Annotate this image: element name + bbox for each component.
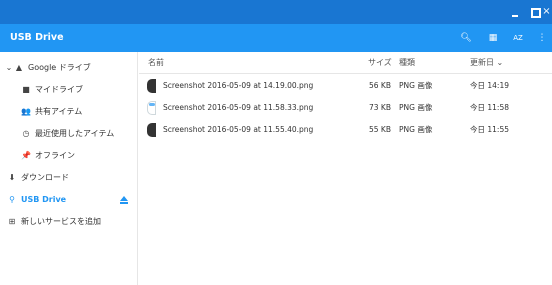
google-drive-icon: ▲ bbox=[15, 63, 23, 72]
page-title: USB Drive bbox=[10, 32, 64, 43]
file-type: PNG 画像 bbox=[399, 81, 433, 90]
sidebar: ⌄ ▲ Google ドライブ ■ マイドライブ 👥 共有アイテム ◷ 最近使用… bbox=[0, 52, 138, 285]
file-size: 56 KB bbox=[369, 81, 391, 90]
eject-icon[interactable] bbox=[120, 196, 128, 204]
sidebar-item-label: Google ドライブ bbox=[28, 63, 91, 72]
table-row[interactable]: Screenshot 2016-05-09 at 11.55.40.png 55… bbox=[139, 119, 552, 141]
offline-pin-icon: 📌 bbox=[21, 151, 31, 160]
sidebar-item-shared[interactable]: 👥 共有アイテム bbox=[0, 101, 137, 123]
column-header-type[interactable]: 種類 bbox=[399, 52, 415, 74]
file-type: PNG 画像 bbox=[399, 125, 433, 134]
table-header: 名前 サイズ 種類 更新日 ⌄ bbox=[139, 52, 552, 74]
file-name: Screenshot 2016-05-09 at 14.19.00.png bbox=[163, 81, 314, 90]
sidebar-item-label: 新しいサービスを追加 bbox=[21, 217, 101, 226]
usb-icon: ⚲ bbox=[9, 195, 15, 204]
sidebar-item-recent[interactable]: ◷ 最近使用したアイテム bbox=[0, 123, 137, 145]
file-thumbnail-icon bbox=[147, 79, 156, 93]
file-name: Screenshot 2016-05-09 at 11.55.40.png bbox=[163, 125, 314, 134]
sidebar-item-label: USB Drive bbox=[21, 195, 67, 204]
file-thumbnail-icon bbox=[147, 123, 156, 137]
file-modified: 今日 11:58 bbox=[470, 103, 509, 112]
file-size: 55 KB bbox=[369, 125, 391, 134]
download-icon: ⬇ bbox=[8, 173, 16, 182]
column-header-modified[interactable]: 更新日 ⌄ bbox=[470, 52, 503, 74]
app-bar: USB Drive 🔍︎ ▦ AZ ⋮ bbox=[0, 24, 552, 52]
search-icon[interactable]: 🔍︎ bbox=[457, 29, 475, 47]
file-type: PNG 画像 bbox=[399, 103, 433, 112]
add-service-icon: ⊞ bbox=[8, 217, 16, 226]
sidebar-item-label: 共有アイテム bbox=[35, 107, 83, 116]
column-header-name[interactable]: 名前 bbox=[148, 52, 164, 74]
grid-view-icon[interactable]: ▦ bbox=[484, 29, 502, 47]
file-thumbnail-icon bbox=[147, 101, 156, 115]
sidebar-item-usb-drive[interactable]: ⚲ USB Drive bbox=[0, 189, 137, 211]
file-modified: 今日 14:19 bbox=[470, 81, 509, 90]
sidebar-item-label: オフライン bbox=[35, 151, 75, 160]
shared-icon: 👥 bbox=[21, 107, 31, 116]
my-drive-icon: ■ bbox=[22, 85, 30, 94]
sidebar-item-label: マイドライブ bbox=[35, 85, 83, 94]
sidebar-item-offline[interactable]: 📌 オフライン bbox=[0, 145, 137, 167]
sort-icon[interactable]: AZ bbox=[509, 29, 527, 47]
sidebar-item-downloads[interactable]: ⬇ ダウンロード bbox=[0, 167, 137, 189]
close-button[interactable]: × bbox=[541, 0, 552, 24]
sidebar-item-label: ダウンロード bbox=[21, 173, 69, 182]
more-icon[interactable]: ⋮ bbox=[536, 29, 548, 47]
table-row[interactable]: Screenshot 2016-05-09 at 14.19.00.png 56… bbox=[139, 75, 552, 97]
window-titlebar: × bbox=[0, 0, 552, 24]
table-row[interactable]: Screenshot 2016-05-09 at 11.58.33.png 73… bbox=[139, 97, 552, 119]
file-modified: 今日 11:55 bbox=[470, 125, 509, 134]
file-list: 名前 サイズ 種類 更新日 ⌄ Screenshot 2016-05-09 at… bbox=[139, 52, 552, 285]
recent-icon: ◷ bbox=[22, 129, 30, 138]
sidebar-item-label: 最近使用したアイテム bbox=[35, 129, 115, 138]
file-name: Screenshot 2016-05-09 at 11.58.33.png bbox=[163, 103, 314, 112]
minimize-button[interactable] bbox=[506, 0, 524, 24]
sidebar-item-add-service[interactable]: ⊞ 新しいサービスを追加 bbox=[0, 211, 137, 233]
column-header-size[interactable]: サイズ bbox=[368, 52, 392, 74]
sidebar-item-my-drive[interactable]: ■ マイドライブ bbox=[0, 79, 137, 101]
file-size: 73 KB bbox=[369, 103, 391, 112]
sidebar-item-google-drive[interactable]: ⌄ ▲ Google ドライブ bbox=[0, 57, 137, 79]
